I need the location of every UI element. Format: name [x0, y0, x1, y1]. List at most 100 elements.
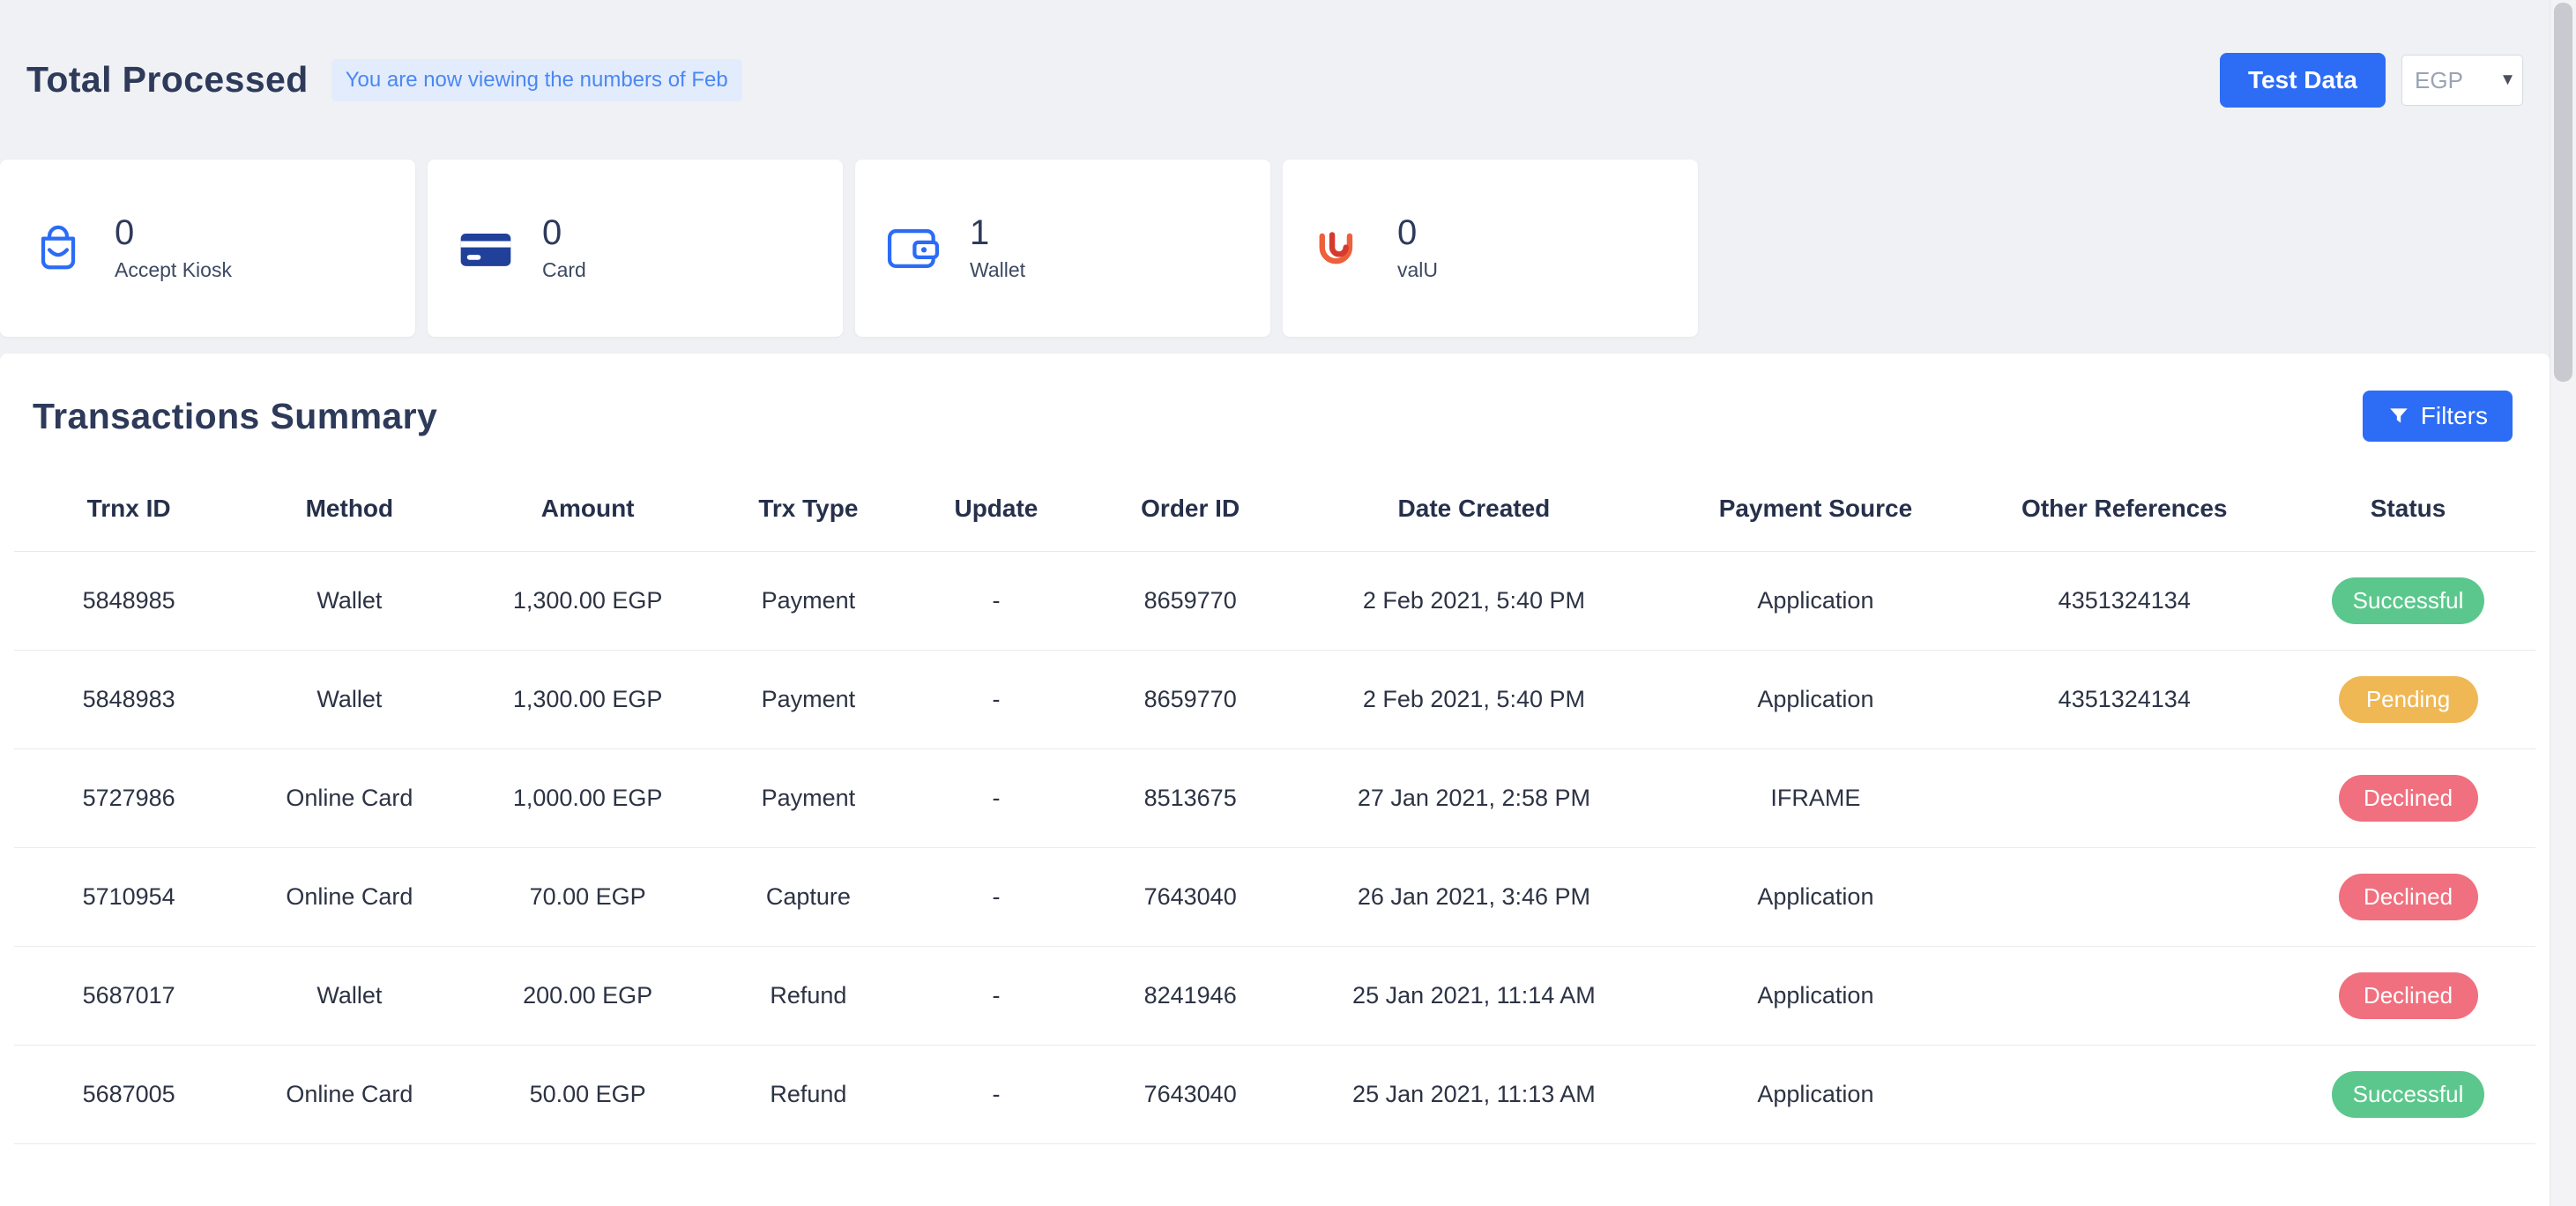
status-badge: Declined [2339, 972, 2478, 1019]
cell-order-id: 8241946 [1096, 947, 1285, 1046]
cell-status: Declined [2281, 749, 2535, 848]
cell-status: Successful [2281, 1046, 2535, 1144]
cell-method: Wallet [243, 651, 455, 749]
cell-method: Online Card [243, 1046, 455, 1144]
cell-status: Successful [2281, 552, 2535, 651]
view-notice-badge: You are now viewing the numbers of Feb [331, 59, 742, 101]
column-trnx-id: Trnx ID [14, 473, 243, 552]
column-other-references: Other References [1968, 473, 2281, 552]
column-update: Update [897, 473, 1096, 552]
cell-other-references: 4351324134 [1968, 651, 2281, 749]
column-status: Status [2281, 473, 2535, 552]
cell-amount: 50.00 EGP [455, 1046, 719, 1144]
cell-date-created: 25 Jan 2021, 11:13 AM [1284, 1046, 1663, 1144]
cell-other-references [1968, 947, 2281, 1046]
cell-payment-source: Application [1663, 651, 1968, 749]
cell-method: Wallet [243, 947, 455, 1046]
table-header-row: Trnx ID Method Amount Trx Type Update Or… [14, 473, 2535, 552]
page-header: Total Processed You are now viewing the … [0, 0, 2550, 160]
cell-date-created: 26 Jan 2021, 3:46 PM [1284, 848, 1663, 947]
cell-amount: 1,000.00 EGP [455, 749, 719, 848]
cell-other-references [1968, 848, 2281, 947]
table-row[interactable]: 5848985 Wallet 1,300.00 EGP Payment - 86… [14, 552, 2535, 651]
cell-update: - [897, 1046, 1096, 1144]
cell-date-created: 25 Jan 2021, 11:14 AM [1284, 947, 1663, 1046]
stat-label: Accept Kiosk [115, 258, 232, 282]
cell-trx-type: Payment [720, 749, 897, 848]
cell-status: Declined [2281, 848, 2535, 947]
cell-amount: 200.00 EGP [455, 947, 719, 1046]
cell-update: - [897, 947, 1096, 1046]
stat-value: 0 [115, 214, 232, 251]
cell-update: - [897, 749, 1096, 848]
cell-payment-source: Application [1663, 848, 1968, 947]
cell-trx-type: Capture [720, 848, 897, 947]
currency-select[interactable]: EGP [2401, 55, 2523, 106]
stat-text: 0 Accept Kiosk [115, 214, 232, 282]
test-data-button[interactable]: Test Data [2220, 53, 2386, 108]
wallet-icon [882, 217, 945, 280]
stat-card-valu: 0 valU [1283, 160, 1698, 337]
filter-funnel-icon [2387, 405, 2410, 428]
column-amount: Amount [455, 473, 719, 552]
table-row[interactable]: 5848983 Wallet 1,300.00 EGP Payment - 86… [14, 651, 2535, 749]
cell-order-id: 7643040 [1096, 1046, 1285, 1144]
valu-icon [1309, 217, 1373, 280]
cell-date-created: 27 Jan 2021, 2:58 PM [1284, 749, 1663, 848]
credit-card-icon [454, 217, 517, 280]
column-order-id: Order ID [1096, 473, 1285, 552]
cell-payment-source: Application [1663, 947, 1968, 1046]
stat-label: Wallet [970, 258, 1025, 282]
cell-payment-source: Application [1663, 552, 1968, 651]
column-payment-source: Payment Source [1663, 473, 1968, 552]
cell-update: - [897, 848, 1096, 947]
table-row[interactable]: 5710954 Online Card 70.00 EGP Capture - … [14, 848, 2535, 947]
stat-card-wallet: 1 Wallet [855, 160, 1270, 337]
filters-button[interactable]: Filters [2363, 391, 2513, 442]
scrollbar[interactable] [2550, 0, 2576, 1206]
transactions-panel-header: Transactions Summary Filters [0, 354, 2550, 449]
cell-payment-source: Application [1663, 1046, 1968, 1144]
table-row[interactable]: 5687005 Online Card 50.00 EGP Refund - 7… [14, 1046, 2535, 1144]
cell-date-created: 2 Feb 2021, 5:40 PM [1284, 651, 1663, 749]
cell-trx-type: Payment [720, 552, 897, 651]
cell-other-references [1968, 749, 2281, 848]
header-actions: Test Data EGP ▾ [2220, 53, 2523, 108]
transactions-title: Transactions Summary [33, 396, 437, 437]
cell-trnx-id: 5710954 [14, 848, 243, 947]
currency-select-wrap: EGP ▾ [2401, 55, 2523, 106]
cell-order-id: 8513675 [1096, 749, 1285, 848]
cell-order-id: 8659770 [1096, 552, 1285, 651]
cell-other-references [1968, 1046, 2281, 1144]
cell-method: Online Card [243, 749, 455, 848]
status-badge: Pending [2339, 676, 2478, 723]
cell-trnx-id: 5848985 [14, 552, 243, 651]
cell-update: - [897, 552, 1096, 651]
column-trx-type: Trx Type [720, 473, 897, 552]
table-row[interactable]: 5727986 Online Card 1,000.00 EGP Payment… [14, 749, 2535, 848]
cell-trx-type: Payment [720, 651, 897, 749]
stat-text: 0 Card [542, 214, 586, 282]
cell-trx-type: Refund [720, 1046, 897, 1144]
status-badge: Successful [2332, 577, 2485, 624]
cell-method: Wallet [243, 552, 455, 651]
cell-status: Pending [2281, 651, 2535, 749]
stat-value: 0 [542, 214, 586, 251]
cell-other-references: 4351324134 [1968, 552, 2281, 651]
scrollbar-thumb[interactable] [2554, 3, 2572, 382]
status-badge: Declined [2339, 874, 2478, 920]
stat-label: Card [542, 258, 586, 282]
page-title: Total Processed [26, 59, 309, 100]
transactions-panel: Transactions Summary Filters Trnx ID Met… [0, 354, 2550, 1206]
cell-trnx-id: 5687005 [14, 1046, 243, 1144]
cell-method: Online Card [243, 848, 455, 947]
stat-text: 0 valU [1397, 214, 1438, 282]
cell-trnx-id: 5687017 [14, 947, 243, 1046]
table-row[interactable]: 5687017 Wallet 200.00 EGP Refund - 82419… [14, 947, 2535, 1046]
stat-card-accept-kiosk: 0 Accept Kiosk [0, 160, 415, 337]
cell-trnx-id: 5848983 [14, 651, 243, 749]
title-group: Total Processed You are now viewing the … [26, 59, 742, 101]
stat-value: 1 [970, 214, 1025, 251]
cell-update: - [897, 651, 1096, 749]
cell-order-id: 7643040 [1096, 848, 1285, 947]
